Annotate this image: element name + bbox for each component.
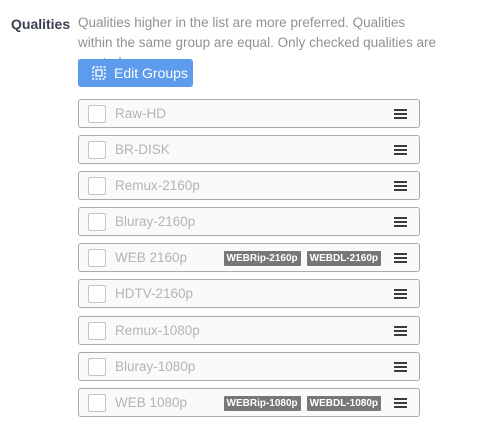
quality-tags: WEBRip-2160p WEBDL-2160p (218, 251, 381, 267)
quality-checkbox[interactable] (88, 393, 106, 412)
quality-checkbox[interactable] (88, 213, 106, 232)
drag-handle-icon[interactable] (394, 253, 407, 264)
quality-name: Bluray-1080p (115, 358, 196, 374)
quality-row[interactable]: Remux-1080p (78, 315, 420, 345)
quality-checkbox[interactable] (88, 177, 106, 196)
edit-groups-button[interactable]: Edit Groups (78, 59, 193, 87)
quality-checkbox[interactable] (88, 105, 106, 123)
quality-checkbox[interactable] (88, 321, 106, 340)
drag-handle-icon[interactable] (394, 325, 407, 336)
quality-name: HDTV-2160p (115, 286, 194, 302)
quality-name: WEB 2160p (115, 250, 188, 266)
quality-tag: WEBRip-1080p (223, 395, 301, 411)
quality-name: Remux-1080p (115, 322, 200, 338)
quality-list: Raw-HD BR-DISK Remux-2160p Bluray-2160p WEB … (78, 99, 420, 424)
quality-row[interactable]: Raw-HD (78, 99, 420, 128)
quality-row[interactable]: WEB 1080p WEBRip-1080p WEBDL-1080p (78, 387, 420, 417)
quality-name: WEB 1080p (115, 394, 188, 410)
drag-handle-icon[interactable] (394, 289, 407, 300)
quality-name: Remux-2160p (115, 178, 200, 194)
drag-handle-icon[interactable] (394, 361, 407, 372)
quality-checkbox[interactable] (88, 249, 106, 268)
quality-row[interactable]: BR-DISK (78, 135, 420, 165)
quality-row[interactable]: WEB 2160p WEBRip-2160p WEBDL-2160p (78, 243, 420, 273)
quality-checkbox[interactable] (88, 285, 106, 304)
quality-tag: WEBRip-2160p (223, 251, 301, 267)
quality-row[interactable]: Bluray-2160p (78, 207, 420, 237)
quality-row[interactable]: Remux-2160p (78, 171, 420, 201)
quality-checkbox[interactable] (88, 141, 106, 160)
drag-handle-icon[interactable] (394, 181, 407, 192)
drag-handle-icon[interactable] (394, 145, 407, 156)
drag-handle-icon[interactable] (394, 109, 407, 119)
drag-handle-icon[interactable] (394, 217, 407, 228)
quality-row[interactable]: HDTV-2160p (78, 279, 420, 309)
quality-tags: WEBRip-1080p WEBDL-1080p (218, 395, 381, 411)
edit-groups-icon (92, 66, 106, 80)
quality-tag: WEBDL-1080p (306, 395, 381, 411)
quality-name: Bluray-2160p (115, 214, 196, 230)
quality-tag: WEBDL-2160p (306, 251, 381, 267)
quality-checkbox[interactable] (88, 357, 106, 376)
drag-handle-icon[interactable] (394, 397, 407, 408)
quality-row[interactable]: Bluray-1080p (78, 351, 420, 381)
edit-groups-label: Edit Groups (114, 65, 188, 81)
qualities-label: Qualities (11, 16, 71, 32)
quality-name: Raw-HD (115, 106, 167, 121)
quality-name: BR-DISK (115, 142, 170, 158)
